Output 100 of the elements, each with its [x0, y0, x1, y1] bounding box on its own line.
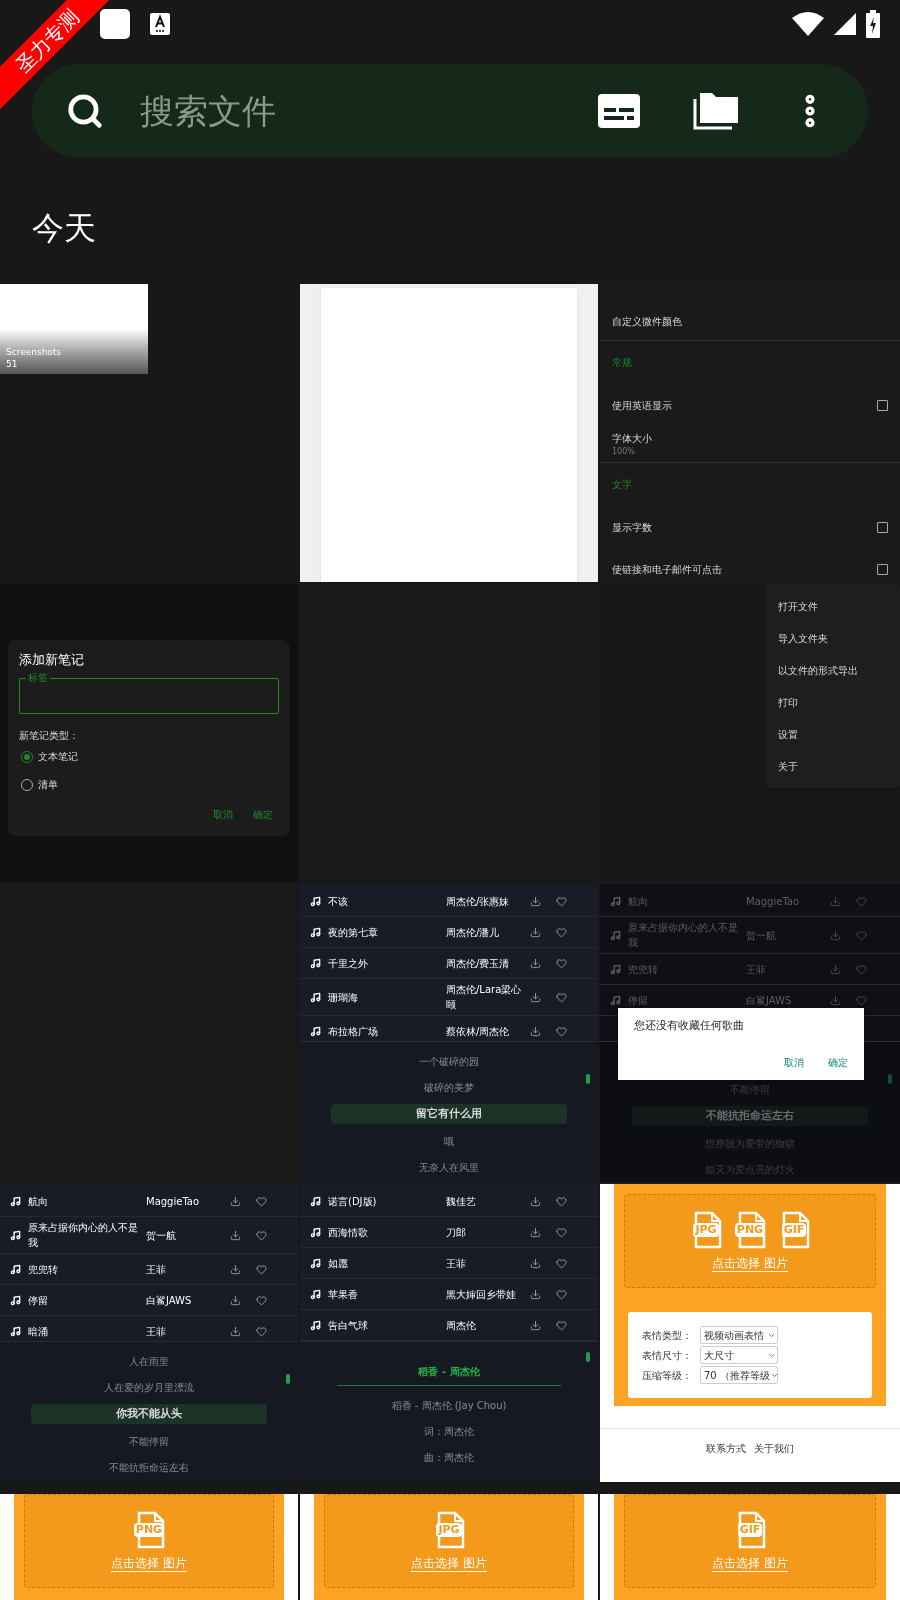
heart-icon[interactable]	[556, 957, 567, 969]
song-artist: MaggieTao	[746, 894, 801, 909]
download-icon[interactable]	[530, 1319, 541, 1331]
folder-thumbnail[interactable]: Screenshots 51	[0, 284, 148, 374]
menu-item[interactable]: 打开文件	[766, 590, 900, 622]
music-note-icon	[10, 1325, 21, 1337]
song-artist: 白鲨JAWS	[746, 993, 793, 1008]
lyrics-title: 稻香 - 周杰伦	[418, 1365, 480, 1379]
scroll-thumb[interactable]	[586, 1074, 590, 1084]
lyric-line: 曲：周杰伦	[424, 1450, 474, 1465]
song-title: 原来占据你内心的人不是我	[628, 921, 739, 950]
download-icon[interactable]	[530, 926, 541, 938]
heart-icon[interactable]	[556, 1288, 567, 1300]
download-icon[interactable]	[230, 1195, 241, 1207]
footer-link[interactable]: 联系方式	[706, 1441, 746, 1456]
song-title: 苹果香	[328, 1287, 359, 1302]
music-note-icon	[610, 994, 621, 1006]
setting-label[interactable]: 自定义微件颜色	[612, 315, 888, 329]
heart-icon[interactable]	[556, 1025, 567, 1037]
dialog-button[interactable]: 确定	[253, 806, 273, 822]
download-icon[interactable]	[230, 1294, 241, 1306]
form-label: 压缩等级：	[642, 1368, 693, 1383]
song-artist: 周杰伦/费玉清	[446, 956, 511, 971]
heart-icon[interactable]	[556, 1257, 567, 1269]
menu-item[interactable]: 导入文件夹	[766, 622, 900, 654]
heart-icon[interactable]	[556, 1195, 567, 1207]
music-note-icon	[610, 895, 621, 907]
item-count: 51	[6, 358, 19, 370]
radio-option[interactable]: 文本笔记	[19, 742, 279, 771]
song-artist: 魏佳艺	[446, 1194, 477, 1209]
song-title: 珊瑚海	[328, 990, 359, 1005]
search-icon[interactable]	[66, 92, 104, 130]
heart-icon[interactable]	[556, 1226, 567, 1238]
heart-icon[interactable]	[256, 1195, 267, 1207]
heart-icon[interactable]	[256, 1263, 267, 1275]
song-title: 千里之外	[328, 956, 369, 971]
lyric-line: 无奈人在风里	[419, 1160, 479, 1175]
music-note-icon	[310, 1257, 321, 1269]
dropdown-select[interactable]: 70 （推荐等级	[700, 1366, 778, 1384]
scroll-thumb[interactable]	[888, 1074, 892, 1084]
song-title: 暗涌	[28, 1324, 49, 1339]
heart-icon[interactable]	[256, 1294, 267, 1306]
download-icon[interactable]	[530, 1226, 541, 1238]
form-label: 表情尺寸：	[642, 1348, 693, 1363]
lyric-line: 破碎的美梦	[424, 1080, 474, 1095]
heart-icon[interactable]	[556, 1319, 567, 1331]
download-icon[interactable]	[530, 1025, 541, 1037]
checkbox[interactable]	[877, 563, 888, 575]
song-title: 不该	[328, 894, 349, 909]
song-title: 航向	[628, 894, 649, 909]
download-icon[interactable]	[230, 1325, 241, 1337]
download-icon[interactable]	[530, 957, 541, 969]
section-title: 今天	[32, 209, 96, 247]
dialog-button[interactable]: 取消	[213, 806, 233, 822]
music-note-icon	[10, 1263, 21, 1275]
footer-link[interactable]: 关于我们	[754, 1441, 794, 1456]
checkbox[interactable]	[877, 521, 888, 533]
folder-name: Screenshots	[6, 346, 63, 358]
search-input[interactable]: 搜索文件	[140, 85, 598, 137]
download-icon[interactable]	[530, 895, 541, 907]
download-icon[interactable]	[530, 1257, 541, 1269]
download-icon[interactable]	[230, 1263, 241, 1275]
checkbox[interactable]	[877, 399, 888, 411]
heart-icon[interactable]	[556, 895, 567, 907]
music-note-icon	[610, 963, 621, 975]
menu-item[interactable]: 设置	[766, 718, 900, 750]
download-icon[interactable]	[530, 991, 541, 1003]
download-icon[interactable]	[530, 1195, 541, 1207]
form-label: 表情类型：	[642, 1328, 693, 1343]
dialog-message: 您还没有收藏任何歌曲	[634, 1018, 745, 1034]
download-icon[interactable]	[530, 1288, 541, 1300]
song-title: 兜兜转	[28, 1262, 59, 1277]
scroll-thumb[interactable]	[286, 1374, 290, 1384]
song-artist: 刀郎	[446, 1225, 467, 1240]
download-icon[interactable]	[230, 1229, 241, 1241]
song-artist: 王菲	[746, 962, 767, 977]
dialog-button[interactable]: 确定	[828, 1055, 848, 1070]
dropdown-select[interactable]: 视频动画表情	[700, 1326, 778, 1344]
dropdown-select[interactable]: 大尺寸	[700, 1346, 778, 1364]
song-title: 停留	[628, 993, 649, 1008]
folders-icon[interactable]	[692, 91, 738, 131]
scroll-thumb[interactable]	[586, 1352, 590, 1362]
heart-icon[interactable]	[556, 991, 567, 1003]
heart-icon[interactable]	[556, 926, 567, 938]
menu-item[interactable]: 关于	[766, 750, 900, 782]
heart-icon[interactable]	[256, 1229, 267, 1241]
subtitles-icon[interactable]	[598, 94, 640, 128]
menu-item[interactable]: 以文件的形式导出	[766, 654, 900, 686]
radio-option[interactable]: 清单	[19, 770, 279, 799]
song-artist: 黑大婶回乡带娃	[446, 1287, 517, 1302]
song-artist: 周杰伦	[446, 1318, 477, 1333]
song-title: 航向	[28, 1194, 49, 1209]
song-title: 兜兜转	[628, 962, 659, 977]
song-title: 原来占据你内心的人不是我	[28, 1221, 139, 1250]
song-title: 夜的第七章	[328, 925, 379, 940]
setting-label[interactable]: 字体大小	[612, 431, 888, 446]
song-title: 西海情歌	[328, 1225, 369, 1240]
heart-icon[interactable]	[256, 1325, 267, 1337]
dialog-button[interactable]: 取消	[784, 1055, 804, 1070]
menu-item[interactable]: 打印	[766, 686, 900, 718]
